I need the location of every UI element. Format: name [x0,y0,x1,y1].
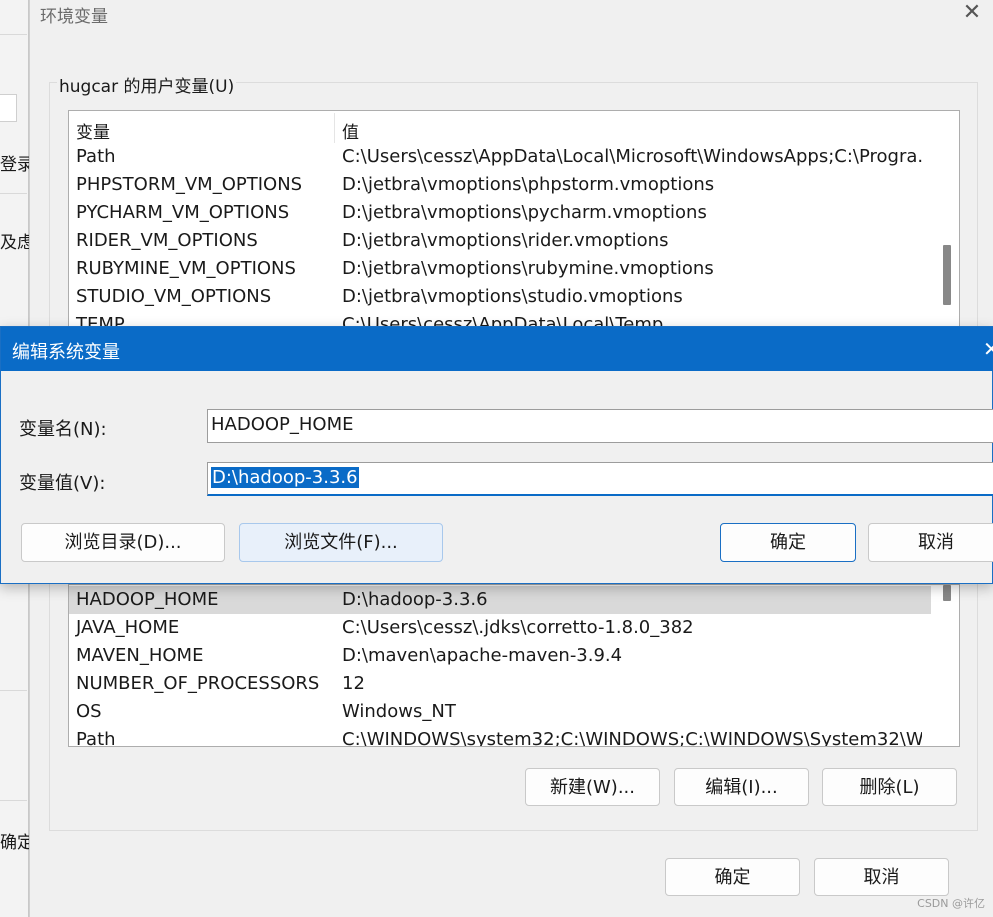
variable-name: Path [76,146,116,167]
column-divider[interactable] [334,113,335,143]
dialog-title: 编辑系统变量 [12,342,120,363]
variable-value: D:\jetbra\vmoptions\rubymine.vmoptions [342,258,714,279]
variable-name: OS [76,701,102,722]
list-item[interactable]: STUDIO_VM_OPTIONS D:\jetbra\vmoptions\st… [69,283,931,311]
list-item[interactable]: OS Windows_NT [69,698,931,726]
variable-value: C:\Users\cessz\.jdks\corretto-1.8.0_382 [342,617,694,638]
variable-name: HADOOP_HOME [76,589,219,610]
ok-button[interactable]: 确定 [720,523,856,562]
variable-name: Path [76,729,116,747]
close-icon[interactable]: ✕ [983,337,993,361]
column-header-value[interactable]: 值 [342,118,359,143]
variable-name: STUDIO_VM_OPTIONS [76,286,272,307]
list-item[interactable]: PYCHARM_VM_OPTIONS D:\jetbra\vmoptions\p… [69,199,931,227]
edit-button[interactable]: 编辑(I)... [674,768,809,806]
list-item[interactable]: JAVA_HOME C:\Users\cessz\.jdks\corretto-… [69,614,931,642]
list-item[interactable]: Path C:\WINDOWS\system32;C:\WINDOWS;C:\W… [69,726,931,747]
divider [0,800,27,801]
variable-value: 12 [342,673,365,694]
variable-value: C:\Users\cessz\AppData\Local\Microsoft\W… [342,146,922,167]
scrollbar-thumb[interactable] [943,245,951,305]
list-item-selected[interactable]: HADOOP_HOME D:\hadoop-3.3.6 [69,586,931,614]
variable-name: MAVEN_HOME [76,645,204,666]
scrollbar[interactable] [933,111,959,328]
scrollbar-thumb[interactable] [943,585,951,601]
close-icon[interactable]: ✕ [960,0,984,26]
dialog-titlebar[interactable]: 编辑系统变量 ✕ [1,327,993,371]
system-variables-list[interactable]: HADOOP_HOME D:\hadoop-3.3.6 JAVA_HOME C:… [68,584,960,747]
divider [0,34,27,35]
user-variables-label: hugcar 的用户变量(U) [57,72,237,97]
column-header-variable[interactable]: 变量 [76,118,110,143]
variable-value: D:\jetbra\vmoptions\phpstorm.vmoptions [342,174,715,195]
variable-value: D:\jetbra\vmoptions\rider.vmoptions [342,230,669,251]
edit-system-variable-dialog: 编辑系统变量 ✕ 变量名(N): HADOOP_HOME 变量值(V): D:\… [0,326,993,584]
list-item[interactable]: Path C:\Users\cessz\AppData\Local\Micros… [69,143,931,171]
watermark: CSDN @许亿 [917,897,985,910]
divider [0,690,27,691]
list-header: 变量 值 [69,113,931,143]
variable-value: D:\hadoop-3.3.6 [342,589,488,610]
list-item[interactable]: PHPSTORM_VM_OPTIONS D:\jetbra\vmoptions\… [69,171,931,199]
variable-value: D:\jetbra\vmoptions\pycharm.vmoptions [342,202,707,223]
variable-value: D:\jetbra\vmoptions\studio.vmoptions [342,286,683,307]
variable-value-label: 变量值(V): [19,473,106,494]
ok-button[interactable]: 确定 [665,858,800,896]
new-button[interactable]: 新建(W)... [525,768,660,806]
list-item[interactable]: RIDER_VM_OPTIONS D:\jetbra\vmoptions\rid… [69,227,931,255]
cancel-button[interactable]: 取消 [868,523,993,562]
delete-button[interactable]: 删除(L) [822,768,957,806]
variable-name: PHPSTORM_VM_OPTIONS [76,174,303,195]
list-item[interactable]: NUMBER_OF_PROCESSORS 12 [69,670,931,698]
variable-value: D:\maven\apache-maven-3.9.4 [342,645,623,666]
user-variables-list[interactable]: 变量 值 Path C:\Users\cessz\AppData\Local\M… [68,110,960,329]
variable-name: RIDER_VM_OPTIONS [76,230,258,251]
browse-directory-button[interactable]: 浏览目录(D)... [21,523,225,562]
window-title: 环境变量 [40,7,108,27]
variable-name: NUMBER_OF_PROCESSORS [76,673,320,694]
variable-name: RUBYMINE_VM_OPTIONS [76,258,296,279]
variable-value: C:\WINDOWS\system32;C:\WINDOWS;C:\WINDOW… [342,729,922,747]
variable-value: Windows_NT [342,701,456,722]
variable-name: JAVA_HOME [76,617,180,638]
cancel-button[interactable]: 取消 [814,858,949,896]
list-item[interactable]: MAVEN_HOME D:\maven\apache-maven-3.9.4 [69,642,931,670]
variable-name: PYCHARM_VM_OPTIONS [76,202,290,223]
variable-name-label: 变量名(N): [19,419,107,440]
divider [0,193,27,194]
variable-value-selected-text: D:\hadoop-3.3.6 [211,467,359,488]
browse-file-button[interactable]: 浏览文件(F)... [239,523,443,562]
list-item[interactable]: RUBYMINE_VM_OPTIONS D:\jetbra\vmoptions\… [69,255,931,283]
scrollbar[interactable] [933,585,959,746]
background-input[interactable] [0,94,17,122]
variable-name-field[interactable]: HADOOP_HOME [207,409,993,443]
variable-value-field[interactable]: D:\hadoop-3.3.6 [207,462,993,496]
variable-name-value: HADOOP_HOME [211,414,354,435]
